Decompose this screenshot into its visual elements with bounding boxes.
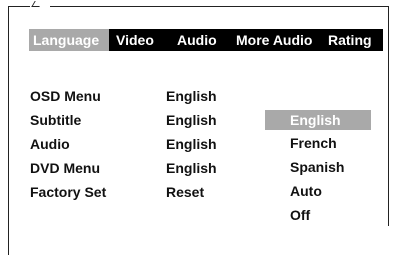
menu-frame-left-border bbox=[8, 6, 9, 255]
option-english[interactable]: English bbox=[265, 110, 371, 130]
tab-audio[interactable]: Audio bbox=[172, 29, 230, 51]
tab-rating[interactable]: Rating bbox=[325, 29, 383, 51]
menu-frame-right-border bbox=[388, 6, 389, 226]
audio-value[interactable]: English bbox=[166, 136, 217, 152]
audio-label: Audio bbox=[30, 136, 70, 152]
option-auto[interactable]: Auto bbox=[265, 181, 371, 201]
setup-tab-bar: Language Video Audio More Audio Rating bbox=[29, 29, 383, 51]
subtitle-value[interactable]: English bbox=[166, 112, 217, 128]
factory-set-label: Factory Set bbox=[30, 184, 107, 200]
menu-frame-top-border bbox=[8, 6, 388, 7]
subtitle-label: Subtitle bbox=[30, 112, 82, 128]
option-spanish[interactable]: Spanish bbox=[265, 157, 371, 177]
option-french[interactable]: French bbox=[265, 133, 371, 153]
osd-menu-value[interactable]: English bbox=[166, 88, 217, 104]
option-off[interactable]: Off bbox=[265, 205, 371, 225]
tab-language[interactable]: Language bbox=[29, 29, 109, 51]
tab-more-audio[interactable]: More Audio bbox=[230, 29, 325, 51]
osd-menu-label: OSD Menu bbox=[30, 88, 101, 104]
dvd-menu-value[interactable]: English bbox=[166, 160, 217, 176]
dvd-menu-label: DVD Menu bbox=[30, 160, 100, 176]
tab-video[interactable]: Video bbox=[109, 29, 172, 51]
frame-notch-mark bbox=[30, 0, 50, 7]
factory-set-value[interactable]: Reset bbox=[166, 184, 204, 200]
